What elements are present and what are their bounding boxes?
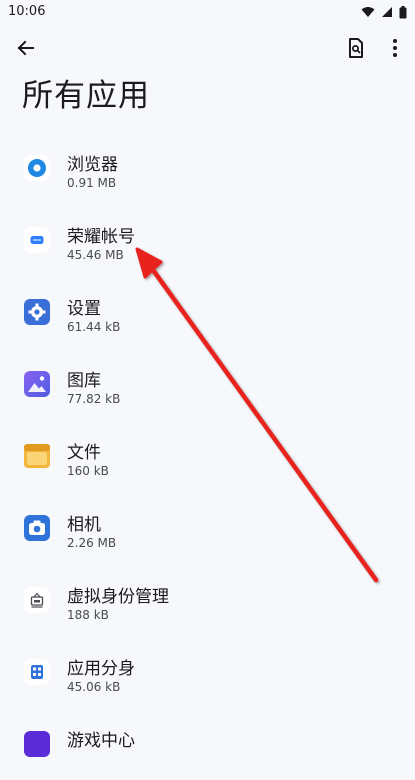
app-name: 应用分身: [67, 659, 135, 679]
app-name: 图库: [67, 371, 101, 391]
status-time: 10:06: [8, 4, 46, 19]
app-size: 77.82 kB: [67, 392, 121, 406]
app-size: 45.06 kB: [67, 680, 121, 694]
files-icon: [24, 444, 50, 468]
back-button[interactable]: [12, 34, 40, 62]
more-vert-icon: [393, 39, 397, 57]
app-name: 设置: [67, 299, 101, 319]
status-bar: 10:06: [0, 0, 415, 24]
app-item-camera[interactable]: 相机 2.26 MB: [0, 492, 415, 564]
settings-icon: [24, 299, 50, 325]
app-name: 荣耀帐号: [67, 227, 135, 247]
more-options-button[interactable]: [383, 35, 407, 61]
signal-icon: [382, 7, 392, 17]
status-icons: [361, 4, 407, 20]
app-name: 文件: [67, 443, 101, 463]
app-twin-icon: [24, 659, 50, 685]
app-item-honor-account[interactable]: 荣耀帐号 45.46 MB: [0, 204, 415, 276]
gallery-icon: [24, 371, 50, 397]
app-item-settings[interactable]: 设置 61.44 kB: [0, 276, 415, 348]
arrow-left-icon: [17, 40, 34, 56]
browser-icon: [24, 155, 50, 181]
virtual-identity-icon: [24, 587, 50, 613]
app-name: 相机: [67, 515, 101, 535]
app-size: 2.26 MB: [67, 536, 117, 550]
app-size: 188 kB: [67, 608, 109, 622]
app-size: 45.46 MB: [67, 248, 124, 262]
wifi-icon: [361, 7, 375, 17]
app-name: 浏览器: [67, 155, 118, 175]
search-document-button[interactable]: [343, 35, 369, 61]
app-size: 160 kB: [67, 464, 109, 478]
app-item-browser[interactable]: 浏览器 0.91 MB: [0, 132, 415, 204]
search-document-icon: [349, 38, 363, 58]
camera-icon: [24, 515, 50, 541]
app-size: 0.91 MB: [67, 176, 117, 190]
game-center-icon: [24, 731, 50, 757]
battery-icon: [399, 5, 407, 18]
app-item-game-center[interactable]: 游戏中心: [0, 708, 415, 780]
page-title: 所有应用: [22, 78, 150, 114]
app-item-app-twin[interactable]: 应用分身 45.06 kB: [0, 636, 415, 708]
app-item-gallery[interactable]: 图库 77.82 kB: [0, 348, 415, 420]
app-name: 虚拟身份管理: [67, 587, 169, 607]
app-name: 游戏中心: [67, 731, 135, 751]
app-item-virtual-identity[interactable]: 虚拟身份管理 188 kB: [0, 564, 415, 636]
app-item-files[interactable]: 文件 160 kB: [0, 420, 415, 492]
toolbar: [0, 30, 415, 66]
honor-account-icon: [24, 227, 50, 253]
app-size: 61.44 kB: [67, 320, 121, 334]
